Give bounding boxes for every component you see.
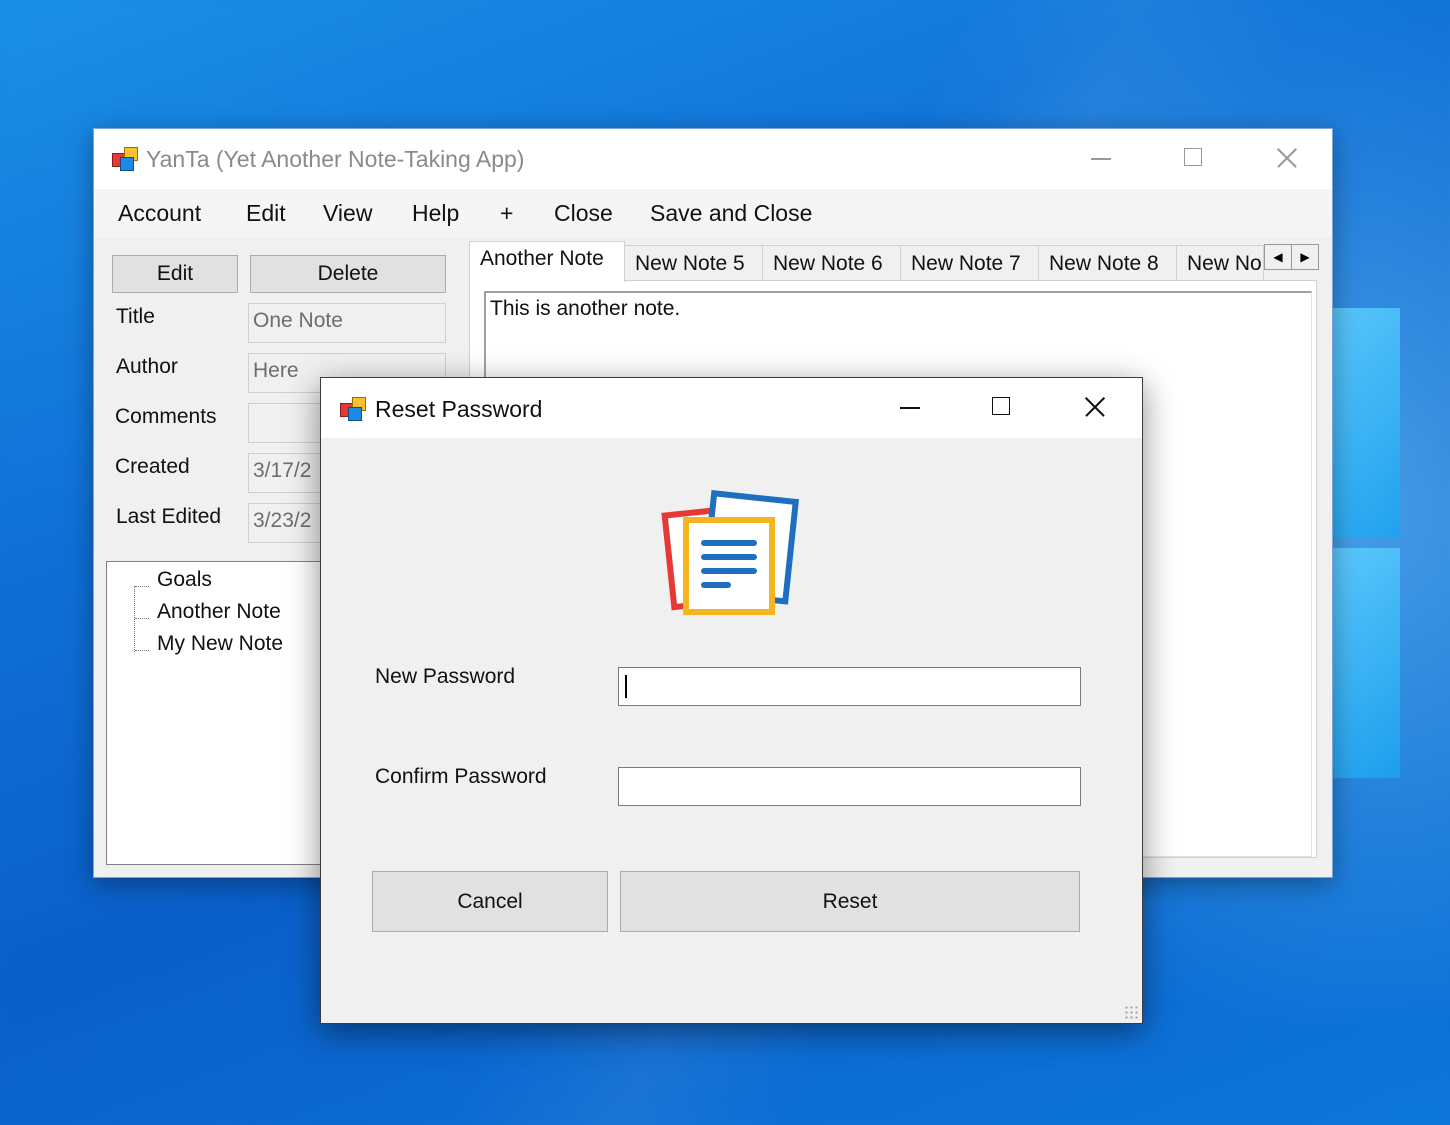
windows-logo-pane-top: [1332, 308, 1400, 538]
reset-password-dialog: Reset Password New Password Confirm Pass…: [320, 377, 1143, 1024]
dialog-title: Reset Password: [375, 396, 543, 422]
reset-button[interactable]: Reset: [620, 871, 1080, 932]
confirm-password-label: Confirm Password: [375, 765, 547, 788]
minimize-button[interactable]: [1055, 129, 1147, 189]
window-title: YanTa (Yet Another Note-Taking App): [146, 146, 525, 172]
note-tabstrip: Another Note New Note 5 New Note 6 New N…: [469, 241, 1319, 282]
comments-label: Comments: [115, 405, 217, 428]
tab-new-note-5[interactable]: New Note 5: [624, 245, 763, 281]
menubar: Account Edit View Help + Close Save and …: [94, 189, 1332, 237]
tree-item-my-new-note[interactable]: My New Note: [157, 632, 283, 656]
tab-new-note-6[interactable]: New Note 6: [762, 245, 901, 281]
tab-another-note[interactable]: Another Note: [469, 241, 625, 282]
author-label: Author: [116, 355, 178, 378]
tree-item-goals[interactable]: Goals: [157, 568, 212, 592]
last-edited-label: Last Edited: [116, 505, 222, 528]
notes-logo-icon: [661, 490, 800, 615]
new-password-input[interactable]: [618, 667, 1081, 706]
menu-edit[interactable]: Edit: [246, 200, 286, 227]
tab-scroll-right-icon[interactable]: ▶: [1291, 244, 1319, 270]
created-label: Created: [115, 455, 190, 478]
menu-view[interactable]: View: [323, 200, 372, 227]
new-password-label: New Password: [375, 665, 516, 688]
note-text: This is another note.: [490, 297, 681, 320]
title-field[interactable]: One Note: [248, 303, 446, 343]
confirm-password-input[interactable]: [618, 767, 1081, 806]
tree-item-another-note[interactable]: Another Note: [157, 600, 281, 624]
dialog-app-icon: [340, 397, 366, 421]
maximize-button[interactable]: [1147, 129, 1239, 189]
title-label: Title: [116, 305, 155, 328]
text-caret: [625, 675, 627, 698]
menu-help[interactable]: Help: [412, 200, 459, 227]
tree-connector: [134, 586, 135, 652]
dialog-maximize-button[interactable]: [955, 378, 1047, 438]
cancel-button[interactable]: Cancel: [372, 871, 608, 932]
edit-button[interactable]: Edit: [112, 255, 238, 293]
dialog-close-button[interactable]: [1048, 378, 1140, 438]
tab-new-note-8[interactable]: New Note 8: [1038, 245, 1177, 281]
resize-grip-icon[interactable]: [1124, 1005, 1138, 1019]
notes-tree[interactable]: Goals Another Note My New Note: [106, 561, 336, 865]
tab-scroll-left-icon[interactable]: ◀: [1264, 244, 1292, 270]
tab-new-note-7[interactable]: New Note 7: [900, 245, 1039, 281]
menu-add[interactable]: +: [500, 200, 513, 227]
tree-connector: [135, 618, 149, 619]
app-icon: [112, 147, 138, 171]
menu-close[interactable]: Close: [554, 200, 613, 227]
dialog-titlebar: Reset Password: [321, 378, 1142, 438]
close-window-button[interactable]: [1240, 129, 1332, 189]
windows-logo-pane-bottom: [1332, 548, 1400, 778]
delete-button[interactable]: Delete: [250, 255, 446, 293]
tree-connector: [135, 650, 149, 651]
tree-connector: [135, 586, 149, 587]
tab-new-note-partial[interactable]: New No: [1176, 245, 1264, 281]
menu-save-and-close[interactable]: Save and Close: [650, 200, 812, 227]
dialog-minimize-button[interactable]: [864, 378, 956, 438]
menu-account[interactable]: Account: [118, 200, 201, 227]
main-titlebar: YanTa (Yet Another Note-Taking App): [94, 129, 1332, 189]
